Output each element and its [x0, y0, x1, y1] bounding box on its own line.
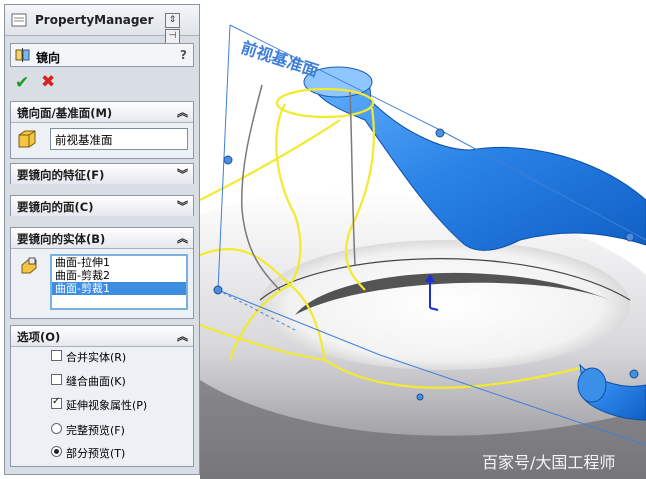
- chevron-up-icon[interactable]: ︽: [177, 104, 188, 120]
- chevron-down-icon[interactable]: ︾: [177, 198, 188, 214]
- help-icon[interactable]: ?: [180, 48, 187, 62]
- mirror-face-header[interactable]: 镜向面/基准面(M) ︽: [11, 102, 193, 123]
- list-item-selected[interactable]: 曲面-剪裁1: [52, 282, 186, 295]
- list-item[interactable]: 曲面-拉伸1: [52, 256, 186, 269]
- propagate-label: 延伸视象属性(P): [66, 399, 148, 412]
- chevron-up-icon[interactable]: ︽: [177, 230, 188, 246]
- features-to-mirror-label: 要镜向的特征(F): [17, 168, 105, 182]
- solid-body-icon: [21, 257, 37, 274]
- merge-label: 合并实体(R): [66, 351, 127, 364]
- graphics-viewport[interactable]: 前视基准面: [200, 0, 646, 479]
- partial-preview-label: 部分预览(T): [66, 447, 126, 460]
- bodies-to-mirror-label: 要镜向的实体(B): [17, 232, 106, 246]
- options-header[interactable]: 选项(O) ︽: [11, 326, 193, 347]
- options-label: 选项(O): [17, 330, 61, 344]
- merge-checkbox[interactable]: [51, 350, 62, 361]
- propagate-checkbox[interactable]: [51, 396, 62, 409]
- panel-controls: ⇕⊣: [165, 12, 195, 44]
- faces-to-mirror-label: 要镜向的面(C): [17, 200, 94, 214]
- bodies-to-mirror-header[interactable]: 要镜向的实体(B) ︽: [11, 228, 193, 249]
- chevron-down-icon[interactable]: ︾: [177, 166, 188, 182]
- property-manager-panel: PropertyManager ⇕⊣ 镜向 ? ✔ ✖ 镜向面/基准面(M) ︽…: [4, 4, 200, 475]
- plane-label: 前视基准面: [239, 38, 321, 81]
- mirror-plane-field[interactable]: 前视基准面: [50, 128, 188, 150]
- mirror-feature-icon: [15, 48, 30, 62]
- blue-tube-opening: [577, 367, 607, 403]
- panel-title: PropertyManager: [35, 13, 154, 27]
- faces-to-mirror-group[interactable]: 要镜向的面(C) ︾: [10, 195, 194, 216]
- knit-checkbox[interactable]: [51, 374, 62, 385]
- feature-name: 镜向: [36, 51, 61, 65]
- plane-icon: [18, 130, 36, 148]
- ok-button[interactable]: ✔: [15, 73, 29, 93]
- watermark: 百家号/大国工程师: [482, 453, 616, 472]
- features-to-mirror-group[interactable]: 要镜向的特征(F) ︾: [10, 163, 194, 184]
- partial-preview-radio[interactable]: [51, 446, 62, 457]
- cancel-button[interactable]: ✖: [41, 72, 55, 92]
- panel-icon: [11, 13, 27, 27]
- bodies-list[interactable]: 曲面-拉伸1 曲面-剪裁2 曲面-剪裁1: [50, 254, 188, 310]
- full-preview-label: 完整预览(F): [66, 424, 125, 437]
- full-preview-radio[interactable]: [51, 423, 62, 434]
- knit-label: 缝合曲面(K): [66, 375, 126, 388]
- panel-title-bar: PropertyManager ⇕⊣: [5, 5, 199, 44]
- pin-icon[interactable]: ⊣: [165, 29, 180, 44]
- chevron-up-icon[interactable]: ︽: [177, 328, 188, 344]
- mirror-face-header-label: 镜向面/基准面(M): [17, 106, 113, 120]
- expand-icon[interactable]: ⇕: [165, 13, 180, 28]
- feature-header: 镜向 ?: [10, 43, 194, 67]
- list-item[interactable]: 曲面-剪裁2: [52, 269, 186, 282]
